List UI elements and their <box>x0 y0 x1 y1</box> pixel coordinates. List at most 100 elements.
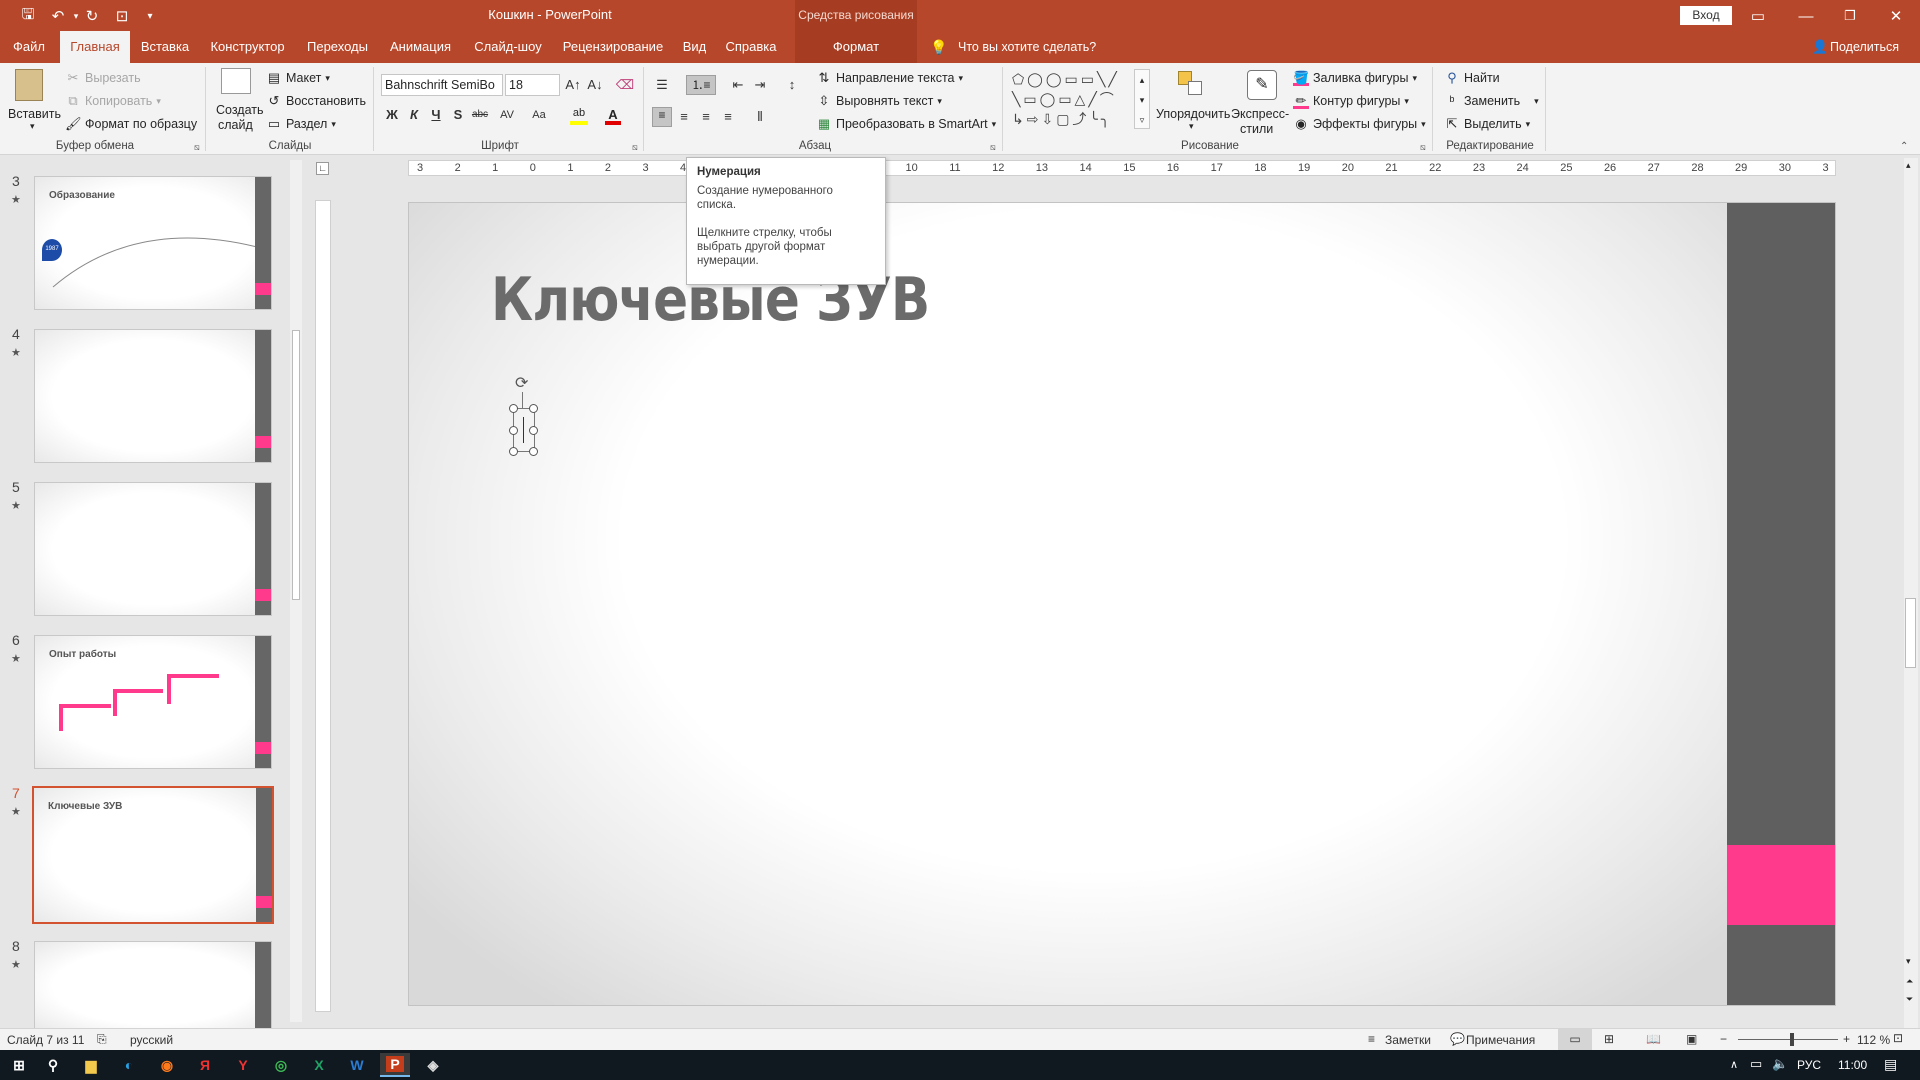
next-slide-icon[interactable]: ⏷ <box>1906 994 1913 1005</box>
find-button[interactable]: ⚲ Найти <box>1444 70 1499 86</box>
canvas-scroll-thumb[interactable] <box>1905 598 1916 668</box>
slide-thumbnail-6[interactable]: Опыт работы <box>34 635 272 769</box>
select-button[interactable]: ⇱ Выделить ▾ <box>1444 116 1531 132</box>
new-slide-label-1[interactable]: Создать <box>216 103 264 117</box>
columns-icon[interactable]: ⫴ <box>750 107 770 127</box>
paste-icon[interactable] <box>15 69 43 101</box>
text-direction-button[interactable]: ⇅ Направление текста ▾ <box>816 70 963 86</box>
reading-view-icon[interactable]: 📖 <box>1646 1032 1661 1046</box>
zoom-level[interactable]: 112 % <box>1857 1033 1890 1047</box>
comments-icon[interactable]: 💬 <box>1450 1032 1465 1046</box>
share-button[interactable]: Поделиться <box>1830 40 1899 54</box>
resize-handle[interactable] <box>529 426 538 435</box>
new-slide-label-2[interactable]: слайд <box>218 118 253 132</box>
ribbon-display-icon[interactable]: ▭ <box>1748 6 1768 26</box>
change-case-button[interactable]: Aa <box>526 105 552 125</box>
app-icon[interactable]: ◈ <box>418 1053 448 1077</box>
arrange-icon[interactable] <box>1178 71 1204 97</box>
resize-handle[interactable] <box>509 404 518 413</box>
bullets-icon[interactable]: ☰ <box>652 75 672 95</box>
slide-counter[interactable]: Слайд 7 из 11 <box>7 1033 84 1047</box>
slide-canvas[interactable]: Ключевые ЗУВ ⟳ <box>408 202 1836 1006</box>
notifications-icon[interactable]: ▤ <box>1884 1056 1897 1073</box>
resize-handle[interactable] <box>509 447 518 456</box>
tab-slideshow[interactable]: Слайд-шоу <box>468 31 548 63</box>
slideshow-view-icon[interactable]: ▣ <box>1686 1032 1697 1046</box>
edge-icon[interactable]: ◐ <box>114 1053 144 1077</box>
slide-thumbnail-3[interactable]: Образование 1987 <box>34 176 272 310</box>
firefox-icon[interactable]: ◉ <box>152 1053 182 1077</box>
tab-review[interactable]: Рецензирование <box>557 31 669 63</box>
save-icon[interactable]: 🖫 <box>18 6 38 26</box>
collapse-ribbon-icon[interactable]: ⌃ <box>1900 141 1908 152</box>
login-button[interactable]: Вход <box>1680 6 1732 25</box>
arrange-button[interactable]: Упорядочить <box>1156 107 1230 121</box>
strikethrough-button[interactable]: abc <box>470 105 490 125</box>
tab-animation[interactable]: Анимация <box>383 31 458 63</box>
paragraph-launcher-icon[interactable]: ⧅ <box>990 142 996 153</box>
customize-qat-icon[interactable]: ▾ <box>140 6 160 26</box>
powerpoint-icon[interactable]: P <box>380 1053 410 1077</box>
notes-button[interactable]: Заметки <box>1385 1033 1431 1047</box>
font-color-icon[interactable]: A <box>605 107 621 125</box>
spellcheck-icon[interactable]: ⎘ <box>97 1032 107 1047</box>
align-right-icon[interactable]: ≡ <box>696 107 716 127</box>
resize-handle[interactable] <box>509 426 518 435</box>
yandex-icon[interactable]: Я <box>190 1053 220 1077</box>
quick-styles-label-2[interactable]: стили <box>1240 122 1273 136</box>
decrease-indent-icon[interactable]: ⇤ <box>728 75 748 95</box>
tab-insert[interactable]: Вставка <box>135 31 195 63</box>
reset-button[interactable]: ↺ Восстановить <box>266 93 367 109</box>
restore-icon[interactable]: ❐ <box>1840 6 1860 26</box>
italic-button[interactable]: К <box>404 105 424 125</box>
normal-view-icon[interactable]: ▭ <box>1558 1029 1592 1050</box>
align-center-icon[interactable]: ≡ <box>674 107 694 127</box>
excel-icon[interactable]: X <box>304 1053 334 1077</box>
horizontal-ruler[interactable]: 3210123456789101112131415161718192021222… <box>408 160 1836 176</box>
language-indicator[interactable]: русский <box>130 1033 173 1047</box>
network-icon[interactable]: ▭ <box>1750 1056 1762 1072</box>
shrink-font-icon[interactable]: A↓ <box>585 75 605 95</box>
selected-textbox[interactable] <box>509 404 538 456</box>
cut-button[interactable]: ✂ Вырезать <box>65 70 141 86</box>
format-painter-button[interactable]: 🖌 Формат по образцу <box>65 116 197 132</box>
shape-effects-button[interactable]: ◉ Эффекты фигуры ▾ <box>1293 116 1425 132</box>
align-text-button[interactable]: ⇳ Выровнять текст ▾ <box>816 93 942 109</box>
rotate-handle-icon[interactable]: ⟳ <box>515 376 531 392</box>
chrome-icon[interactable]: ◎ <box>266 1053 296 1077</box>
clear-formatting-icon[interactable]: ⌫ <box>615 75 635 95</box>
scroll-up-icon[interactable]: ▴ <box>1906 160 1911 171</box>
thumbnail-scrollbar[interactable] <box>290 160 302 1022</box>
grow-font-icon[interactable]: A↑ <box>563 75 583 95</box>
justify-icon[interactable]: ≡ <box>718 107 738 127</box>
prev-slide-icon[interactable]: ⏶ <box>1906 976 1913 987</box>
line-spacing-icon[interactable]: ↕ <box>782 75 802 95</box>
slide-sorter-icon[interactable]: ⊞ <box>1604 1032 1614 1046</box>
new-slide-icon[interactable] <box>221 68 251 94</box>
search-icon[interactable]: ⚲ <box>38 1053 68 1077</box>
char-spacing-button[interactable]: AV <box>494 105 520 125</box>
tab-format[interactable]: Формат <box>795 31 917 63</box>
zoom-out-icon[interactable]: − <box>1720 1032 1727 1046</box>
scroll-down-icon[interactable]: ▾ <box>1906 956 1911 967</box>
word-icon[interactable]: W <box>342 1053 372 1077</box>
quick-styles-label-1[interactable]: Экспресс- <box>1231 107 1289 121</box>
numbering-button[interactable]: ⒈≡ <box>686 75 716 95</box>
tab-view[interactable]: Вид <box>677 31 712 63</box>
notes-icon[interactable]: ≡ <box>1368 1032 1375 1046</box>
tab-file[interactable]: Файл <box>5 31 53 63</box>
clipboard-launcher-icon[interactable]: ⧅ <box>194 142 200 153</box>
windows-start-icon[interactable]: ⊞ <box>4 1053 34 1077</box>
tab-home[interactable]: Главная <box>60 31 130 63</box>
font-launcher-icon[interactable]: ⧅ <box>632 142 638 153</box>
slide-thumbnail-4[interactable] <box>34 329 272 463</box>
tab-stop-selector[interactable]: ∟ <box>316 162 329 175</box>
shape-outline-button[interactable]: ✏ Контур фигуры ▾ <box>1293 93 1409 109</box>
paste-dropdown-icon[interactable]: ▾ <box>30 121 35 132</box>
replace-button[interactable]: ᵇ Заменить ▾ <box>1444 93 1539 109</box>
slide-thumbnail-8[interactable] <box>34 941 272 1031</box>
shapes-scroll[interactable]: ▴ ▾ ▿ <box>1134 69 1150 129</box>
fit-to-window-icon[interactable]: ⊡ <box>1893 1031 1903 1045</box>
copy-button[interactable]: ⧉ Копировать ▾ <box>65 93 161 109</box>
highlight-icon[interactable]: ab <box>570 107 588 125</box>
